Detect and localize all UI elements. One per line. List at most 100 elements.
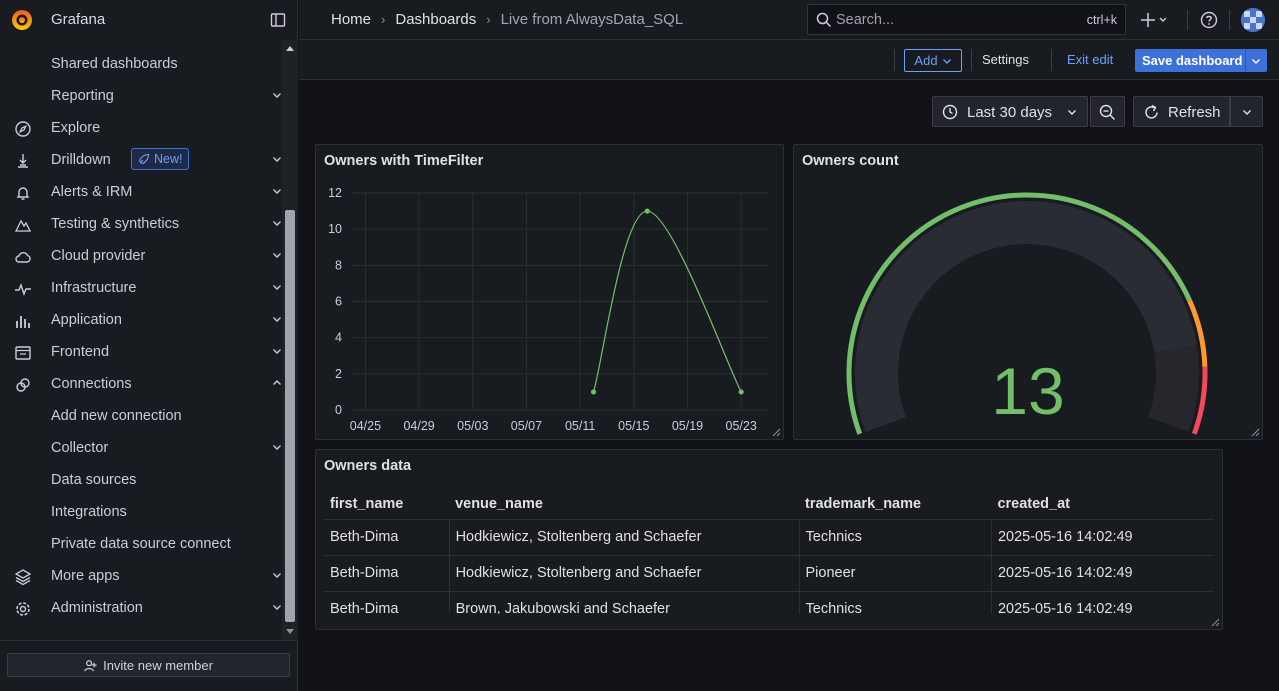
sidebar-scroll-thumb[interactable] — [285, 210, 295, 622]
new-badge-label: New! — [154, 152, 183, 166]
sidebar-item-label: Frontend — [51, 344, 110, 360]
sidebar-item-label: Add new connection — [51, 408, 182, 424]
chevron-down-icon[interactable] — [272, 282, 282, 292]
gauge-value: 13 — [991, 354, 1065, 428]
divider — [971, 49, 972, 71]
invite-member-button[interactable]: Invite new member — [7, 653, 290, 677]
sidebar-item-administration[interactable]: Administration — [0, 592, 282, 624]
refresh-button[interactable]: Refresh — [1133, 96, 1230, 127]
save-options-chevron-icon[interactable] — [1251, 56, 1261, 66]
chevron-down-icon[interactable] — [272, 314, 282, 324]
chevron-down-icon[interactable] — [272, 90, 282, 100]
sidebar-item-alerts-irm[interactable]: Alerts & IRM — [0, 176, 282, 208]
user-avatar[interactable] — [1241, 8, 1265, 32]
column-header-venue-name[interactable]: venue_name — [449, 490, 800, 520]
chevron-down-icon[interactable] — [272, 570, 282, 580]
zoom-out-button[interactable] — [1090, 96, 1125, 127]
sidebar-item-label: Alerts & IRM — [51, 184, 133, 200]
y-tick-label: 10 — [328, 222, 342, 236]
new-badge: New! — [131, 148, 190, 170]
sidebar-item-explore[interactable]: Explore — [0, 112, 282, 144]
chevron-down-icon[interactable] — [272, 442, 282, 452]
time-range-picker[interactable]: Last 30 days — [932, 96, 1088, 127]
table-viewport: first_name venue_name trademark_name create… — [316, 450, 1222, 614]
sidebar-item-connections[interactable]: Connections — [0, 368, 282, 400]
table-cell: Beth-Dima — [324, 519, 450, 556]
sidebar-item-label: Drilldown — [51, 152, 111, 168]
save-dashboard-button[interactable]: Save dashboard — [1135, 49, 1267, 72]
breadcrumb-home[interactable]: Home — [331, 11, 371, 28]
settings-button[interactable]: Settings — [982, 52, 1029, 67]
chevron-down-icon[interactable] — [272, 602, 282, 612]
sidebar-item-add-new-connection[interactable]: Add new connection — [0, 400, 282, 432]
new-menu-plus-icon[interactable] — [1141, 10, 1171, 30]
invite-member-label: Invite new member — [103, 657, 213, 673]
y-tick-label: 12 — [328, 186, 342, 200]
chevron-down-icon[interactable] — [272, 250, 282, 260]
table-panel[interactable]: Owners data first_name venue_name trademar… — [315, 449, 1223, 630]
exit-edit-button[interactable]: Exit edit — [1067, 52, 1113, 67]
sidebar-item-label: Explore — [51, 120, 101, 136]
gear-icon — [16, 602, 30, 616]
refresh-interval-dropdown[interactable] — [1230, 96, 1263, 127]
sidebar-item-drilldown[interactable]: Drilldown New! — [0, 144, 282, 176]
sidebar-item-more-apps[interactable]: More apps — [0, 560, 282, 592]
table-cell: 2025-05-16 14:02:49 — [991, 555, 1214, 592]
layers-icon — [14, 569, 32, 586]
chevron-down-icon — [942, 58, 951, 64]
rocket-icon — [138, 153, 150, 165]
heartbeat-icon — [15, 282, 31, 297]
chevron-down-icon[interactable] — [272, 154, 282, 164]
chevron-down-icon[interactable] — [272, 186, 282, 196]
scroll-up-arrow-icon[interactable] — [286, 45, 294, 53]
sidebar-item-infrastructure[interactable]: Infrastructure — [0, 272, 282, 304]
sidebar-item-cloud-provider[interactable]: Cloud provider — [0, 240, 282, 272]
grafana-logo-icon[interactable] — [10, 8, 34, 32]
sidebar-item-application[interactable]: Application — [0, 304, 282, 336]
table-row[interactable]: Beth-Dima Brown, Jakubowski and Schaefer T… — [324, 591, 1214, 614]
resize-handle-icon[interactable] — [1210, 617, 1220, 627]
help-icon[interactable] — [1200, 11, 1218, 29]
column-header-created-at[interactable]: created_at — [991, 490, 1214, 520]
sidebar-item-label: Infrastructure — [51, 280, 137, 296]
dock-menu-icon[interactable] — [270, 12, 286, 28]
sidebar-item-frontend[interactable]: Frontend — [0, 336, 282, 368]
add-button[interactable]: Add — [904, 49, 962, 72]
add-button-label: Add — [914, 53, 938, 68]
breadcrumb-dashboards[interactable]: Dashboards — [395, 11, 476, 28]
scroll-down-arrow-icon[interactable] — [286, 627, 294, 635]
divider — [894, 49, 895, 71]
divider — [0, 640, 298, 641]
column-header-first-name[interactable]: first_name — [324, 490, 450, 520]
gauge-panel[interactable]: Owners count 13 — [793, 144, 1263, 440]
sidebar-item-integrations[interactable]: Integrations — [0, 496, 282, 528]
chevron-down-icon[interactable] — [272, 218, 282, 228]
sidebar-item-testing-synthetics[interactable]: Testing & synthetics — [0, 208, 282, 240]
sidebar-item-data-sources[interactable]: Data sources — [0, 464, 282, 496]
link-icon — [16, 378, 30, 392]
search-input[interactable]: Search... ctrl+k — [807, 4, 1126, 35]
data-point — [644, 208, 650, 214]
sidebar-item-reporting[interactable]: Reporting — [0, 80, 282, 112]
table-row[interactable]: Beth-Dima Hodkiewicz, Stoltenberg and Sch… — [324, 519, 1214, 556]
resize-handle-icon[interactable] — [1250, 427, 1260, 437]
sidebar-item-private-data-source-connect[interactable]: Private data source connect — [0, 528, 282, 560]
column-header-trademark-name[interactable]: trademark_name — [799, 490, 992, 520]
sidebar-item-label: Application — [51, 312, 122, 328]
table-cell: Pioneer — [799, 555, 992, 592]
chevron-down-icon[interactable] — [272, 346, 282, 356]
table-row[interactable]: Beth-Dima Hodkiewicz, Stoltenberg and Sch… — [324, 555, 1214, 592]
chevron-up-icon[interactable] — [272, 378, 282, 388]
resize-handle-icon[interactable] — [771, 427, 781, 437]
table-cell: Beth-Dima — [324, 555, 450, 592]
sidebar-item-collector[interactable]: Collector — [0, 432, 282, 464]
refresh-icon — [1145, 104, 1158, 119]
sidebar-item-label: Integrations — [51, 504, 127, 520]
table-body: Beth-Dima Hodkiewicz, Stoltenberg and Sch… — [324, 519, 1214, 614]
sidebar-item-label: More apps — [51, 568, 120, 584]
owners-table: first_name venue_name trademark_name create… — [324, 490, 1214, 614]
sidebar-item-shared-dashboards[interactable]: Shared dashboards — [0, 48, 282, 80]
sidebar-item-label: Reporting — [51, 88, 114, 104]
timeseries-panel[interactable]: Owners with TimeFilter 0 2 4 6 8 10 12 04/25 04/… — [315, 144, 784, 440]
k6-icon — [14, 219, 32, 232]
